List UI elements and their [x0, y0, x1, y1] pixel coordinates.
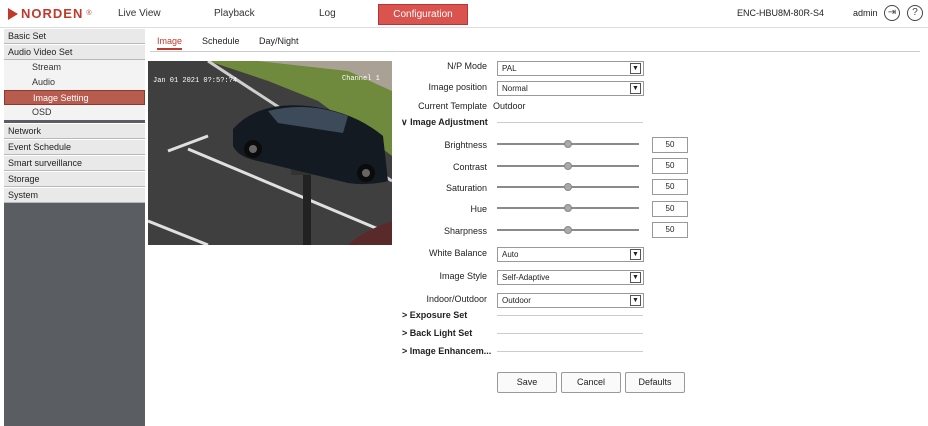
- username: admin: [853, 8, 878, 18]
- slider-thumb[interactable]: [564, 204, 572, 212]
- sidebar-subitem-stream[interactable]: Stream: [4, 60, 145, 75]
- chevron-down-icon: ▼: [630, 295, 641, 306]
- cancel-button[interactable]: Cancel: [561, 372, 621, 393]
- defaults-button[interactable]: Defaults: [625, 372, 685, 393]
- image-adjustment-toggle[interactable]: ∨ Image Adjustment: [401, 117, 488, 128]
- hue-label: Hue: [470, 204, 487, 214]
- logout-icon[interactable]: ⇥: [884, 5, 900, 21]
- image-position-label: Image position: [428, 82, 487, 92]
- nav-configuration[interactable]: Configuration: [378, 4, 468, 25]
- collapsed-chevron-icon: >: [402, 346, 408, 356]
- sidebar-subitem-audio[interactable]: Audio: [4, 75, 145, 90]
- chevron-down-icon: ▼: [630, 83, 641, 94]
- np-mode-label: N/P Mode: [447, 61, 487, 71]
- logo-arrow-icon: [8, 7, 18, 20]
- saturation-input[interactable]: 50: [652, 179, 688, 195]
- logo-registered-mark: ®: [86, 10, 92, 17]
- saturation-slider[interactable]: [497, 183, 639, 191]
- collapsed-chevron-icon: >: [402, 310, 408, 320]
- back-light-set-toggle[interactable]: > Back Light Set: [402, 328, 472, 338]
- tab-schedule[interactable]: Schedule: [202, 36, 240, 46]
- current-template-value: Outdoor: [493, 101, 526, 111]
- sidebar-item-event-schedule[interactable]: Event Schedule: [4, 139, 145, 155]
- video-preview[interactable]: Jan 01 2021 0?:5?:?4 Channel 1: [148, 61, 392, 245]
- tab-image[interactable]: Image: [157, 36, 183, 50]
- sidebar-subitem-image-setting[interactable]: Image Setting: [4, 90, 145, 105]
- contrast-slider[interactable]: [497, 162, 639, 170]
- np-mode-select[interactable]: PAL ▼: [497, 61, 644, 76]
- exposure-set-toggle[interactable]: > Exposure Set: [402, 310, 467, 320]
- norden-logo: NORDEN ®: [8, 6, 92, 21]
- top-bar: NORDEN ® Live View Playback Log Configur…: [0, 0, 928, 28]
- contrast-input[interactable]: 50: [652, 158, 688, 174]
- sidebar-item-system[interactable]: System: [4, 187, 145, 203]
- sidebar-item-network[interactable]: Network: [4, 123, 145, 139]
- contrast-label: Contrast: [452, 162, 487, 172]
- brightness-input[interactable]: 50: [652, 137, 688, 153]
- white-balance-select[interactable]: Auto ▼: [497, 247, 644, 262]
- hue-slider[interactable]: [497, 204, 639, 212]
- sidebar-item-basic-set[interactable]: Basic Set: [4, 28, 145, 44]
- image-enhancement-toggle[interactable]: > Image Enhancem...: [402, 346, 491, 356]
- sharpness-input[interactable]: 50: [652, 222, 688, 238]
- device-name: ENC-HBU8M-80R-S4: [737, 8, 825, 18]
- chevron-down-icon: ▼: [630, 272, 641, 283]
- image-position-select[interactable]: Normal ▼: [497, 81, 644, 96]
- nav-log[interactable]: Log: [319, 8, 336, 19]
- sidebar-submenu: Stream Audio Image Setting OSD: [4, 60, 145, 120]
- image-style-label: Image Style: [439, 271, 487, 281]
- collapsed-chevron-icon: >: [402, 328, 408, 338]
- osd-channel-name: Channel 1: [342, 75, 380, 83]
- nav-playback[interactable]: Playback: [214, 8, 255, 19]
- slider-thumb[interactable]: [564, 183, 572, 191]
- tab-day-night[interactable]: Day/Night: [259, 36, 299, 46]
- indoor-outdoor-select[interactable]: Outdoor ▼: [497, 293, 644, 308]
- help-icon[interactable]: ?: [907, 5, 923, 21]
- sidebar-item-smart-surveillance[interactable]: Smart surveillance: [4, 155, 145, 171]
- saturation-label: Saturation: [445, 183, 487, 193]
- tab-bar: Image Schedule Day/Night: [150, 34, 920, 52]
- camera-scene: [148, 61, 392, 245]
- indoor-outdoor-label: Indoor/Outdoor: [426, 294, 487, 304]
- current-template-label: Current Template: [418, 101, 487, 111]
- osd-timestamp: Jan 01 2021 0?:5?:?4: [153, 77, 238, 85]
- sidebar-item-storage[interactable]: Storage: [4, 171, 145, 187]
- nav-live-view[interactable]: Live View: [118, 8, 161, 19]
- slider-thumb[interactable]: [564, 140, 572, 148]
- save-button[interactable]: Save: [497, 372, 557, 393]
- logo-text: NORDEN: [21, 6, 84, 21]
- slider-thumb[interactable]: [564, 226, 572, 234]
- slider-thumb[interactable]: [564, 162, 572, 170]
- chevron-down-icon: ▼: [630, 249, 641, 260]
- sidebar-subitem-osd[interactable]: OSD: [4, 105, 145, 120]
- image-style-select[interactable]: Self-Adaptive ▼: [497, 270, 644, 285]
- hue-input[interactable]: 50: [652, 201, 688, 217]
- sharpness-label: Sharpness: [443, 226, 487, 236]
- chevron-down-icon: ▼: [630, 63, 641, 74]
- expanded-chevron-icon: ∨: [401, 117, 408, 127]
- brightness-slider[interactable]: [497, 140, 639, 148]
- sidebar-item-audio-video-set[interactable]: Audio Video Set: [4, 44, 145, 60]
- sidebar: Basic Set Audio Video Set Stream Audio I…: [4, 28, 145, 426]
- brightness-label: Brightness: [444, 140, 487, 150]
- white-balance-label: White Balance: [428, 248, 487, 258]
- sharpness-slider[interactable]: [497, 226, 639, 234]
